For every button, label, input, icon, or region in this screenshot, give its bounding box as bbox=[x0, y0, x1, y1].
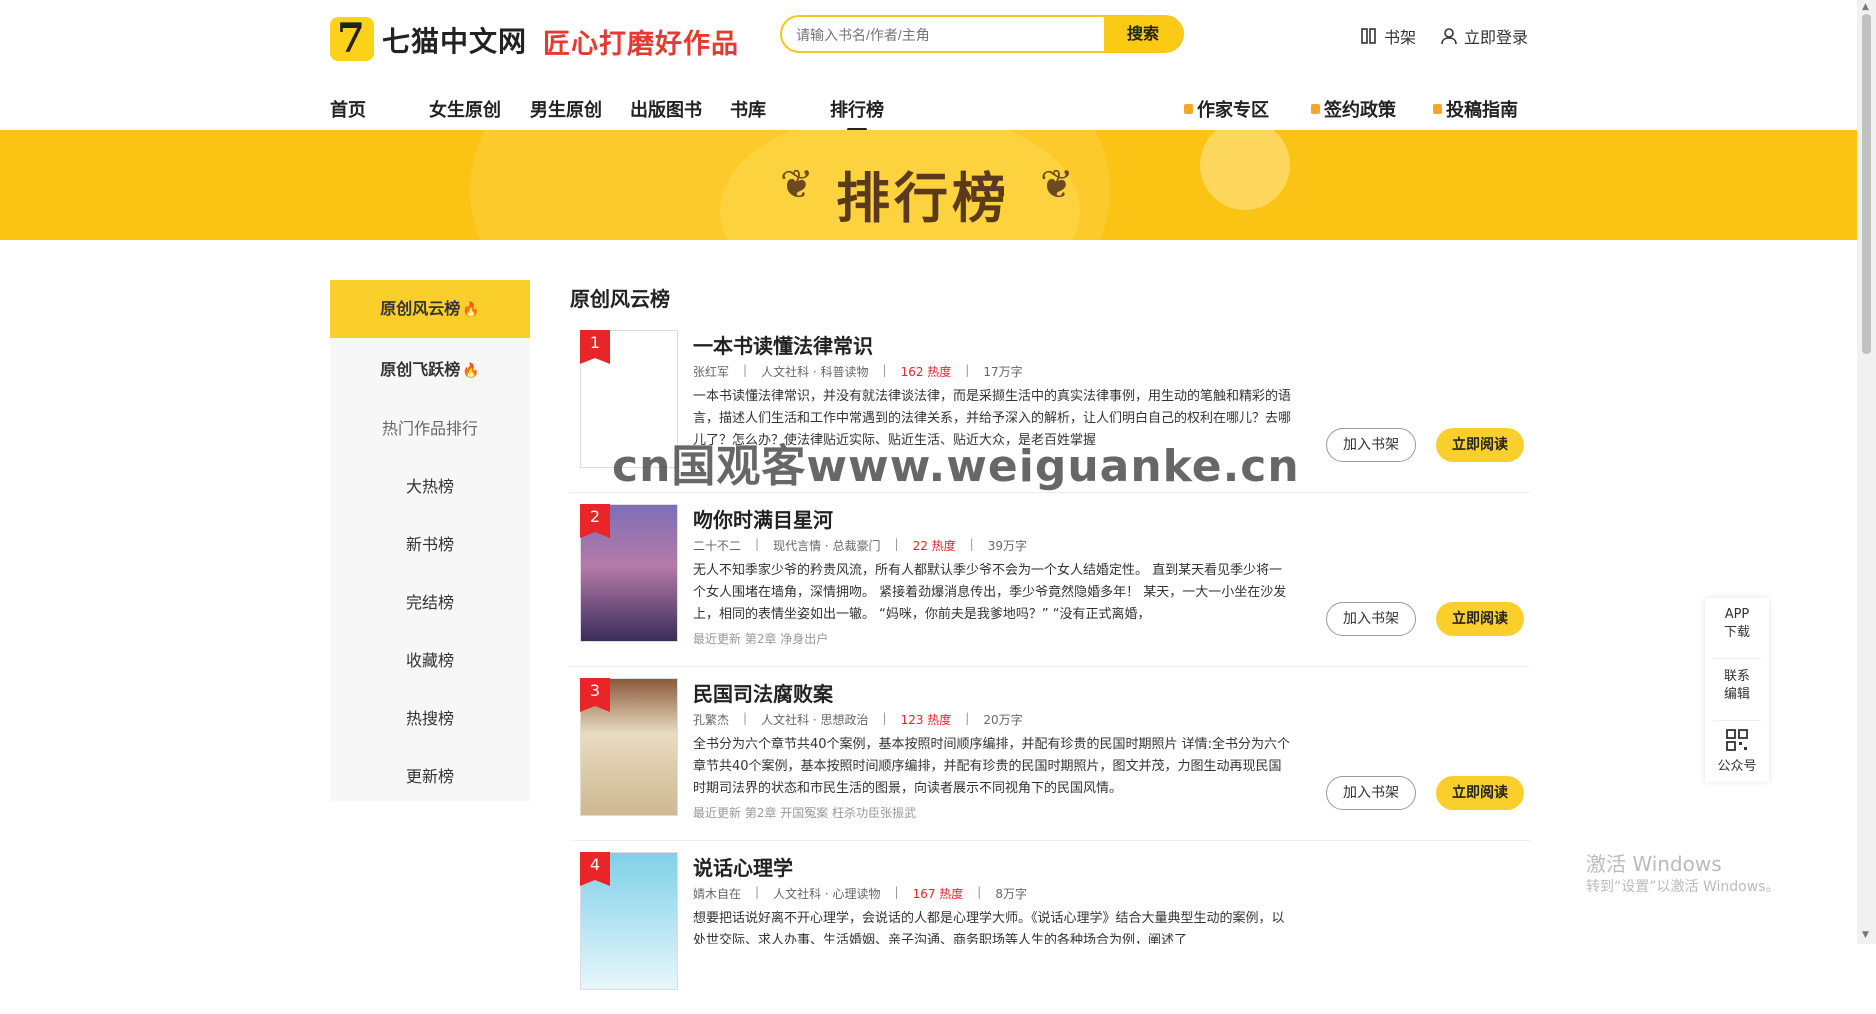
nav-library[interactable]: 书库 bbox=[730, 96, 766, 122]
slogan: 匠心打磨好作品 bbox=[543, 29, 739, 60]
book-heat: 162 热度 bbox=[900, 365, 952, 379]
book-meta: 婧木自在 | 人文社科 · 心理读物 | 167 热度 | 8万字 bbox=[693, 885, 1027, 902]
book-category: 人文社科 · 心理读物 bbox=[773, 887, 881, 901]
read-now-button[interactable]: 立即阅读 bbox=[1436, 602, 1524, 636]
nav-author-zone[interactable]: 作家专区 bbox=[1184, 96, 1269, 122]
site-logo-text[interactable]: 七猫中文网 bbox=[382, 20, 527, 60]
book-words: 39万字 bbox=[987, 539, 1027, 553]
book-category: 现代言情 · 总裁豪门 bbox=[773, 539, 881, 553]
bookshelf-icon bbox=[1361, 28, 1376, 44]
book-title[interactable]: 民国司法腐败案 bbox=[693, 678, 833, 707]
sidebar-item-update[interactable]: 更新榜 bbox=[330, 763, 530, 787]
book-author[interactable]: 二十不二 bbox=[693, 537, 741, 554]
nav-publish[interactable]: 出版图书 bbox=[630, 96, 702, 122]
nav-home[interactable]: 首页 bbox=[330, 96, 366, 122]
rank-badge: 3 bbox=[580, 678, 610, 712]
windows-activation-title: 激活 Windows bbox=[1586, 852, 1722, 876]
book-title[interactable]: 说话心理学 bbox=[693, 852, 793, 881]
search-input[interactable] bbox=[794, 17, 1088, 51]
ranking-sidebar: 原创风云榜 🔥 原创飞跃榜 🔥 热门作品排行 大热榜 新书榜 完结榜 收藏榜 热搜榜… bbox=[330, 280, 530, 801]
rank-badge: 4 bbox=[580, 852, 610, 886]
book-author[interactable]: 婧木自在 bbox=[693, 885, 741, 902]
book-description: 无人不知季家少爷的矜贵风流，所有人都默认季少爷不会为一个女人结婚定性。 直到某天… bbox=[693, 563, 1287, 622]
book-words: 20万字 bbox=[983, 713, 1023, 727]
logo-icon[interactable]: 7 bbox=[330, 15, 374, 62]
sidebar-item-collect[interactable]: 收藏榜 bbox=[330, 647, 530, 671]
book-item: 4 说话心理学 婧木自在 | 人文社科 · 心理读物 | 167 热度 | 8万字 想… bbox=[570, 840, 1530, 1014]
folder-icon bbox=[1433, 104, 1442, 114]
nav-author-label: 作家专区 bbox=[1197, 100, 1269, 121]
add-shelf-button[interactable]: 加入书架 bbox=[1326, 776, 1416, 810]
book-category: 人文社科 · 思想政治 bbox=[761, 713, 869, 727]
bookshelf-link[interactable]: 书架 bbox=[1360, 24, 1416, 48]
fire-icon: 🔥 bbox=[462, 302, 480, 318]
scroll-up-icon[interactable]: ▲ bbox=[1862, 2, 1869, 12]
login-label: 立即登录 bbox=[1464, 28, 1529, 47]
floating-panel: APP 下载 联系 编辑 公众号 bbox=[1705, 598, 1769, 782]
nav-sign-policy[interactable]: 签约政策 bbox=[1311, 96, 1396, 122]
sidebar-item-original-rising[interactable]: 原创飞跃榜 🔥 bbox=[330, 356, 530, 380]
bookshelf-label: 书架 bbox=[1384, 28, 1417, 47]
author-icon bbox=[1184, 104, 1193, 114]
rank-badge: 2 bbox=[580, 504, 610, 538]
rank-badge: 1 bbox=[580, 330, 610, 364]
book-title[interactable]: 一本书读懂法律常识 bbox=[693, 330, 873, 359]
book-author[interactable]: 张红军 bbox=[693, 363, 729, 380]
book-words: 17万字 bbox=[983, 365, 1023, 379]
laurel-right-icon: ❦ bbox=[1040, 162, 1074, 208]
nav-submit-guide[interactable]: 投稿指南 bbox=[1433, 96, 1518, 122]
search-button[interactable]: 搜索 bbox=[1104, 17, 1182, 51]
book-meta: 孔繁杰 | 人文社科 · 思想政治 | 123 热度 | 20万字 bbox=[693, 711, 1023, 728]
book-item: 3 民国司法腐败案 孔繁杰 | 人文社科 · 思想政治 | 123 热度 | 20万字… bbox=[570, 666, 1530, 841]
sidebar-item-search[interactable]: 热搜榜 bbox=[330, 705, 530, 729]
scroll-down-icon[interactable]: ▼ bbox=[1862, 930, 1869, 940]
laurel-left-icon: ❦ bbox=[780, 162, 814, 208]
nav-submit-label: 投稿指南 bbox=[1446, 100, 1518, 121]
book-heat: 22 热度 bbox=[912, 539, 956, 553]
book-meta: 二十不二 | 现代言情 · 总裁豪门 | 22 热度 | 39万字 bbox=[693, 537, 1027, 554]
ranking-banner: ❦ 排行榜 ❦ bbox=[0, 130, 1857, 240]
sidebar-item-hot[interactable]: 大热榜 bbox=[330, 473, 530, 497]
sidebar-item-finished[interactable]: 完结榜 bbox=[330, 589, 530, 613]
book-latest-update[interactable]: 最近更新 第2章 开国冤案 枉杀功臣张振武 bbox=[693, 804, 916, 821]
search-box: 搜索 bbox=[780, 15, 1184, 53]
sidebar-item-original-hot[interactable]: 原创风云榜 🔥 bbox=[330, 280, 530, 338]
section-title: 原创风云榜 bbox=[570, 287, 670, 311]
nav-sign-label: 签约政策 bbox=[1324, 100, 1396, 121]
nav-rankings[interactable]: 排行榜 bbox=[830, 96, 884, 131]
official-account-link[interactable]: 公众号 bbox=[1705, 728, 1769, 776]
add-shelf-button[interactable]: 加入书架 bbox=[1326, 428, 1416, 462]
banner-title: 排行榜 bbox=[836, 167, 1010, 230]
user-icon bbox=[1441, 28, 1457, 45]
add-shelf-button[interactable]: 加入书架 bbox=[1326, 602, 1416, 636]
official-account-label: 公众号 bbox=[1717, 759, 1757, 774]
read-now-button[interactable]: 立即阅读 bbox=[1436, 428, 1524, 462]
qrcode-icon bbox=[1726, 729, 1748, 751]
nav-female[interactable]: 女生原创 bbox=[429, 96, 501, 122]
read-now-button[interactable]: 立即阅读 bbox=[1436, 776, 1524, 810]
book-author[interactable]: 孔繁杰 bbox=[693, 711, 729, 728]
book-title[interactable]: 吻你时满目星河 bbox=[693, 504, 833, 533]
book-heat: 123 热度 bbox=[900, 713, 952, 727]
book-words: 8万字 bbox=[995, 887, 1027, 901]
contact-editor-link[interactable]: 联系 编辑 bbox=[1705, 668, 1769, 704]
fire-icon: 🔥 bbox=[462, 363, 480, 379]
book-item: 2 吻你时满目星河 二十不二 | 现代言情 · 总裁豪门 | 22 热度 | 39万字… bbox=[570, 492, 1530, 667]
book-latest-update[interactable]: 最近更新 第2章 净身出户 bbox=[693, 630, 828, 647]
book-description: 全书分为六个章节共40个案例，基本按照时间顺序编排，并配有珍贵的民国时期照片 详… bbox=[693, 737, 1291, 796]
app-download-link[interactable]: APP 下载 bbox=[1705, 606, 1769, 642]
book-description: 想要把话说好离不开心理学，会说话的人都是心理学大师。《说话心理学》结合大量典型生… bbox=[693, 911, 1285, 944]
gift-icon bbox=[1311, 104, 1320, 114]
book-category: 人文社科 · 科普读物 bbox=[761, 365, 869, 379]
site-watermark: cn国观客www.weiguanke.cn bbox=[612, 441, 1300, 492]
windows-activation-hint: 转到“设置”以激活 Windows。 bbox=[1586, 879, 1780, 895]
sidebar-heading-popular: 热门作品排行 bbox=[381, 419, 478, 438]
login-link[interactable]: 立即登录 bbox=[1440, 24, 1528, 48]
sidebar-item-new[interactable]: 新书榜 bbox=[330, 531, 530, 555]
nav-male[interactable]: 男生原创 bbox=[530, 96, 602, 122]
book-meta: 张红军 | 人文社科 · 科普读物 | 162 热度 | 17万字 bbox=[693, 363, 1023, 380]
book-heat: 167 热度 bbox=[912, 887, 964, 901]
scrollbar-thumb[interactable] bbox=[1862, 14, 1871, 354]
